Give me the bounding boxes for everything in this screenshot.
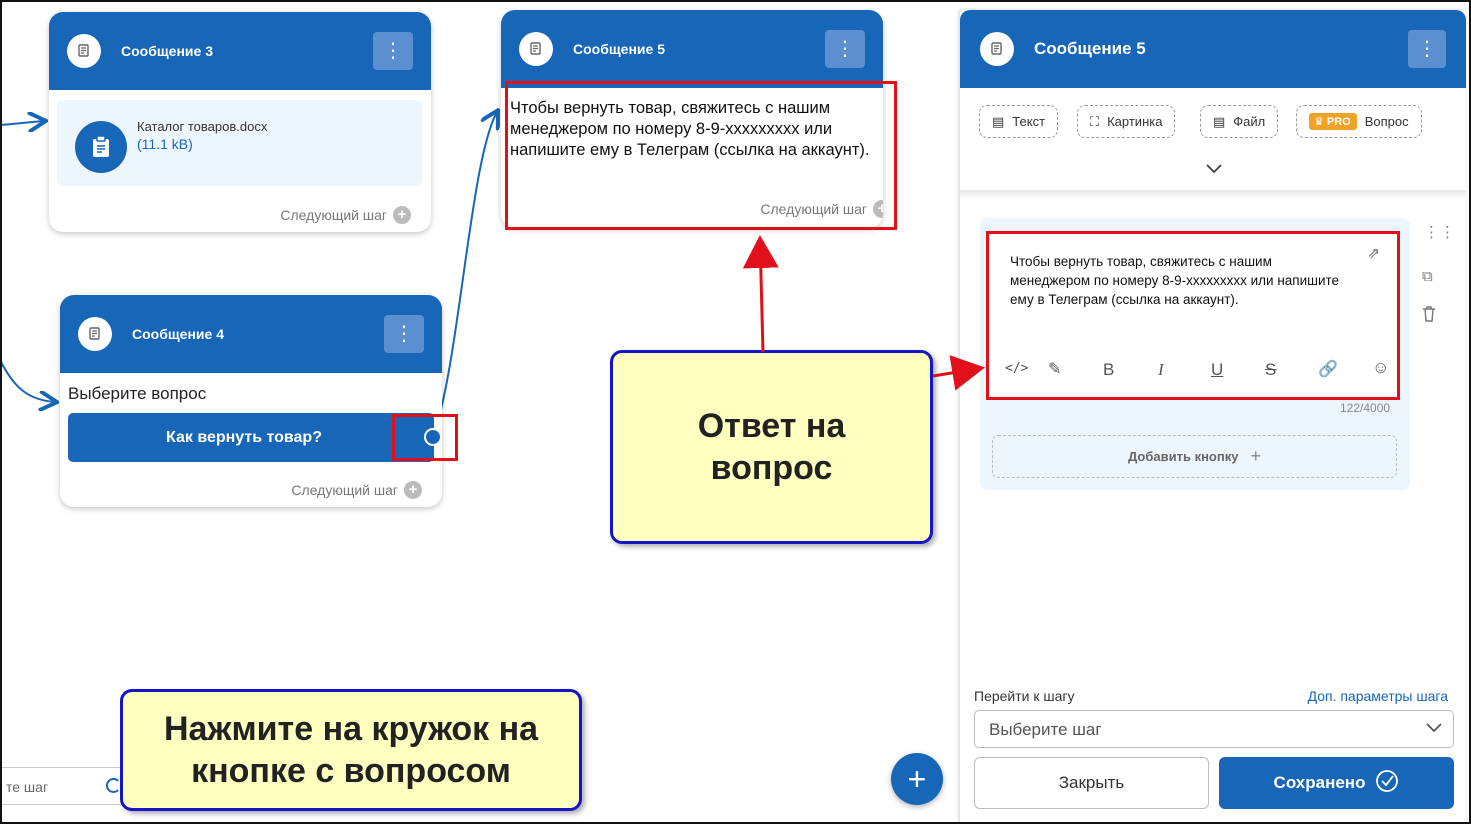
arrow-to-editor	[932, 355, 985, 391]
annotation-arrows	[742, 235, 985, 391]
arrow-to-card5	[742, 235, 779, 353]
